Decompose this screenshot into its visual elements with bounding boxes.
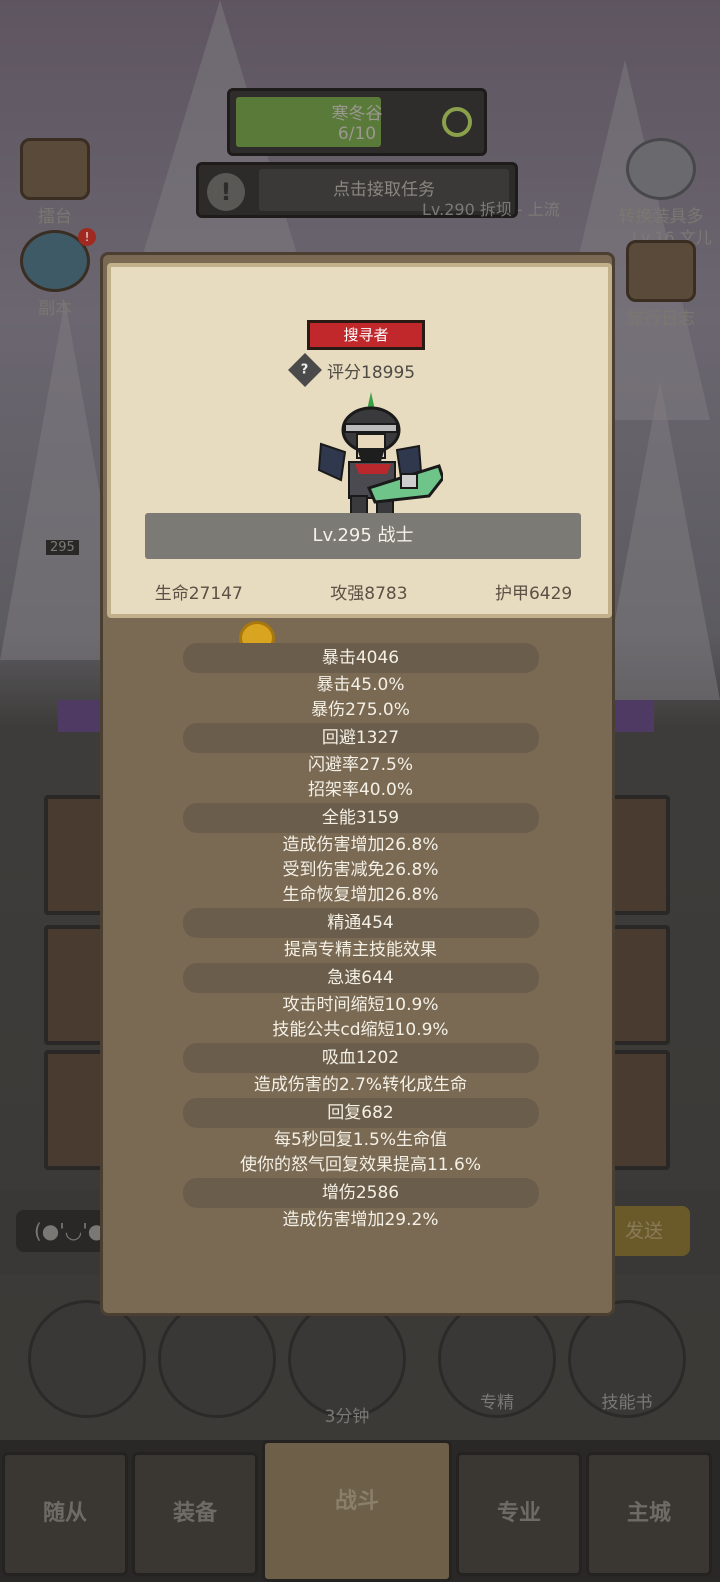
side-button-journal[interactable]: 旅行日志 (616, 240, 706, 329)
tab-equipment[interactable]: 装备 (132, 1452, 258, 1576)
score-text: 评分18995 (327, 362, 416, 383)
level-class-bar: Lv.295 战士 (145, 513, 581, 559)
stat-group-header: 全能3159 (182, 803, 539, 833)
help-icon[interactable]: ? (288, 353, 322, 387)
stat-group-header: 急速644 (182, 963, 539, 993)
chest-button[interactable] (288, 1300, 406, 1418)
tab-battle[interactable]: 战斗 (262, 1440, 452, 1582)
side-button-arena[interactable]: 擂台 (10, 138, 100, 227)
side-button-dungeon[interactable]: ! 副本 (10, 228, 100, 319)
stat-detail-line: 受到伤害减免26.8% (282, 860, 439, 880)
character-detail-popup: 搜寻者 ? 评分18995 Lv.295 战士 生命27147 攻强8783 护… (100, 252, 615, 1316)
secondary-stat-list: 暴击4046 暴击45.0% 暴伤275.0% 回避1327 闪避率27.5% 招架率40… (103, 643, 618, 1233)
stat-detail-line: 暴伤275.0% (311, 700, 410, 720)
stat-group-header: 吸血1202 (182, 1043, 539, 1073)
refresh-icon[interactable] (442, 107, 472, 137)
tab-main-city[interactable]: 主城 (586, 1452, 712, 1576)
stat-detail-line: 造成伤害的2.7%转化成生命 (253, 1075, 468, 1095)
stat-health: 生命27147 (154, 584, 243, 604)
chest-timer: 3分钟 (324, 1407, 370, 1427)
potion-button[interactable] (28, 1300, 146, 1418)
stat-detail-line: 造成伤害增加26.8% (282, 835, 439, 855)
stat-detail-line: 技能公共cd缩短10.9% (272, 1020, 449, 1040)
journal-icon (626, 240, 696, 302)
gear-icon (626, 138, 696, 200)
side-button-label: 旅行日志 (627, 309, 695, 329)
notice-board-icon (20, 138, 90, 200)
character-card: 搜寻者 ? 评分18995 Lv.295 战士 生命27147 攻强8783 护… (107, 263, 612, 618)
stat-detail-line: 攻击时间缩短10.9% (282, 995, 439, 1015)
skill-book-label: 技能书 (601, 1393, 653, 1413)
warrior-avatar (317, 392, 443, 515)
tab-profession[interactable]: 专业 (456, 1452, 582, 1576)
stat-detail-line: 每5秒回复1.5%生命值 (273, 1130, 447, 1150)
stat-armor: 护甲6429 (494, 584, 573, 604)
stat-detail-line: 造成伤害增加29.2% (282, 1210, 439, 1230)
bottom-nav: 随从 装备 战斗 专业 主城 (0, 1440, 720, 1582)
score-row: ? 评分18995 (288, 353, 416, 387)
stat-detail-line: 闪避率27.5% (307, 755, 413, 775)
purple-bar-left (58, 700, 104, 732)
stat-detail-line: 生命恢复增加26.8% (282, 885, 439, 905)
stat-group-header: 精通454 (182, 908, 539, 938)
purple-bar-right (614, 700, 654, 732)
notification-badge: ! (78, 228, 96, 246)
level-badge: 295 (46, 540, 79, 555)
title-badge: 搜寻者 (307, 320, 425, 350)
stat-detail-line: 招架率40.0% (307, 780, 413, 800)
stat-group-header: 回复682 (182, 1098, 539, 1128)
specialty-label: 专精 (480, 1393, 514, 1413)
quest-progress-box[interactable]: 寒冬谷 6/10 (227, 88, 487, 156)
quest-side-caption: Lv.290 拆坝 - 上流 (422, 200, 560, 219)
stat-group-header: 增伤2586 (182, 1178, 539, 1208)
stat-detail-line: 提高专精主技能效果 (284, 940, 437, 960)
snow-tree (600, 380, 720, 700)
stat-attack-power: 攻强8783 (330, 584, 408, 604)
side-button-label: 副本 (38, 299, 72, 319)
primary-stats: 生命27147 攻强8783 护甲6429 (111, 579, 616, 604)
side-button-label: 擂台 (38, 207, 72, 227)
stat-detail-line: 暴击45.0% (316, 675, 405, 695)
tab-followers[interactable]: 随从 (2, 1452, 128, 1576)
side-button-settings[interactable]: 转换装具多 (616, 138, 706, 227)
stat-group-header: 回避1327 (182, 723, 539, 753)
bread-button[interactable] (158, 1300, 276, 1418)
stat-group-header: 暴击4046 (182, 643, 539, 673)
chat-input[interactable]: (●'◡'●) (16, 1210, 113, 1252)
alert-icon: ! (207, 173, 245, 211)
stat-detail-line: 使你的怒气回复效果提高11.6% (239, 1155, 481, 1175)
